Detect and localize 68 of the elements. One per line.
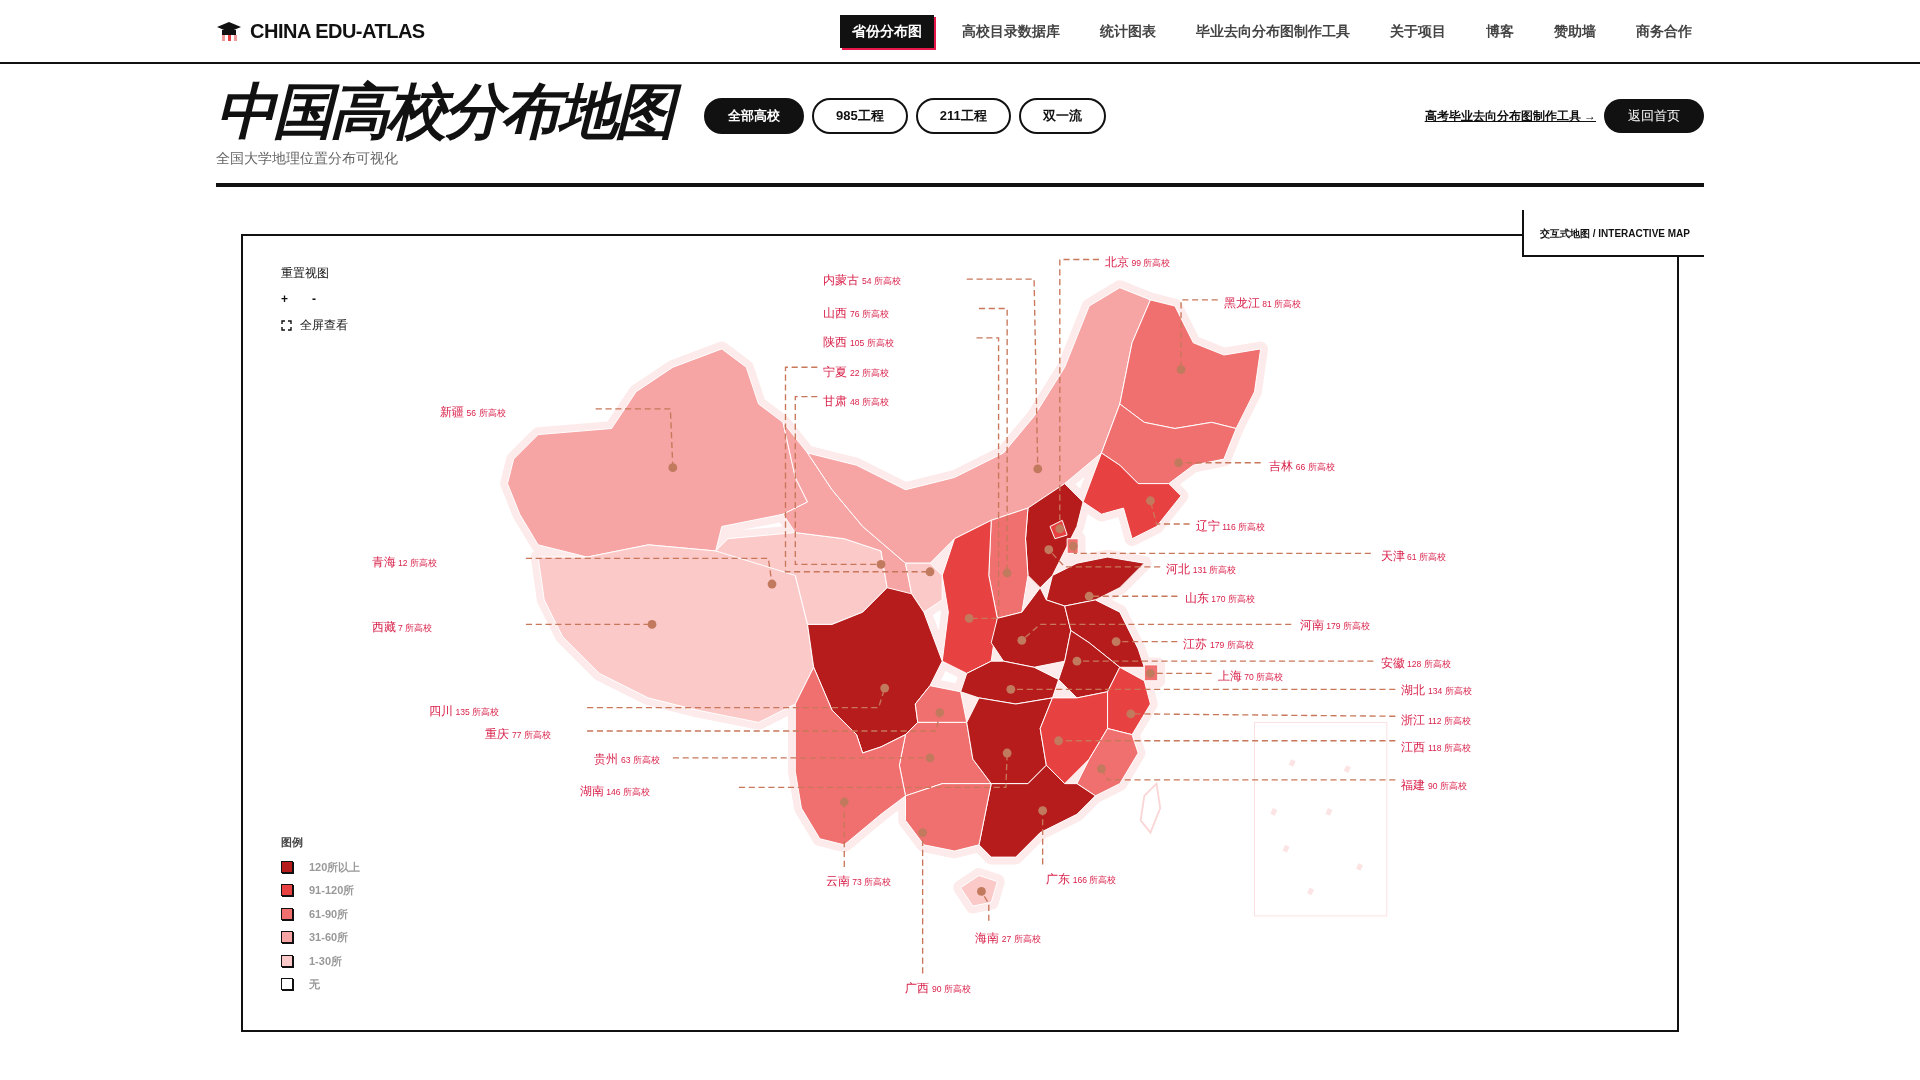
province-label: 湖北 134 所高校: [1401, 683, 1472, 698]
legend-label: 31-60所: [309, 930, 349, 945]
graduation-cap-icon: [216, 20, 242, 42]
reset-view-button[interactable]: 重置视图: [281, 264, 348, 282]
zoom-out-button[interactable]: -: [312, 290, 316, 308]
province-label: 河北 131 所高校: [1166, 562, 1237, 576]
nav-tab[interactable]: 博客: [1474, 14, 1526, 48]
province-label: 重庆 77 所高校: [485, 727, 551, 742]
province-label: 新疆 56 所高校: [440, 405, 506, 420]
nav-tab[interactable]: 商务合作: [1624, 14, 1704, 48]
legend-label: 61-90所: [309, 906, 349, 922]
province-label: 广东 166 所高校: [1046, 871, 1117, 886]
leader-line: [839, 797, 849, 868]
map-tag: 交互式地图 / INTERACTIVE MAP: [1522, 210, 1704, 257]
province-label: 吉林 66 所高校: [1269, 459, 1335, 474]
province-label: 浙江 112 所高校: [1401, 712, 1471, 727]
province-label: 湖南 146 所高校: [579, 783, 650, 798]
province-label: 黑龙江 81 所高校: [1223, 296, 1302, 311]
province-label: 四川 135 所高校: [429, 704, 500, 719]
leader-line: [1146, 669, 1213, 678]
legend-label: 无: [309, 977, 320, 992]
province-label: 内蒙古 54 所高校: [823, 273, 901, 287]
filter-button[interactable]: 985工程: [812, 98, 908, 134]
province-label: 北京 99 所高校: [1105, 254, 1171, 269]
legend-label: 120所以上: [309, 859, 361, 875]
filter-button[interactable]: 双一流: [1018, 98, 1106, 134]
fullscreen-button[interactable]: 全屏查看: [300, 316, 348, 334]
province-label: 福建 90 所高校: [1401, 777, 1467, 792]
page-subtitle: 全国大学地理位置分布可视化: [216, 149, 399, 168]
province-label: 天津 61 所高校: [1380, 548, 1446, 563]
island-shape: [1139, 781, 1162, 835]
fullscreen-icon[interactable]: [281, 319, 292, 331]
filter-button[interactable]: 全部高校: [704, 98, 804, 134]
nav-tab[interactable]: 高校目录数据库: [950, 14, 1072, 48]
leader-line: [1038, 806, 1048, 866]
page-title: 中国高校分布地图: [216, 76, 684, 148]
province-label: 江西 118 所高校: [1401, 739, 1471, 754]
home-button[interactable]: 返回首页: [1604, 99, 1704, 133]
province-label: 陕西 105 所高校: [823, 335, 894, 350]
province-label: 广西 90 所高校: [905, 980, 971, 995]
province-label: 山西 76 所高校: [823, 306, 889, 321]
leader-line: [1146, 496, 1191, 525]
province-label: 山东 170 所高校: [1184, 591, 1255, 606]
zoom-in-button[interactable]: +: [281, 290, 288, 308]
tool-link[interactable]: 高考毕业去向分布图制作工具 →: [1424, 107, 1596, 125]
nav-tab[interactable]: 省份分布图: [840, 14, 934, 48]
province-label: 河南 179 所高校: [1299, 618, 1370, 633]
province-label: 云南 73 所高校: [825, 874, 892, 889]
province-label: 甘肃 48 所高校: [823, 394, 889, 409]
legend-label: 1-30所: [309, 953, 343, 969]
province-label: 江苏 179 所高校: [1183, 636, 1254, 651]
nav-tab[interactable]: 关于项目: [1378, 14, 1458, 48]
province-label: 西藏 7 所高校: [371, 619, 433, 634]
legend-title: 图例: [281, 835, 304, 850]
province-label: 贵州 63 所高校: [594, 751, 660, 766]
legend-label: 91-120所: [309, 883, 355, 898]
nav-tab[interactable]: 统计图表: [1088, 14, 1168, 48]
leader-line: [977, 887, 990, 922]
province-label: 辽宁 116 所高校: [1195, 519, 1266, 534]
province-label: 上海 70 所高校: [1217, 668, 1284, 683]
province-label: 海南 27 所高校: [975, 930, 1041, 945]
nav-tab[interactable]: 赞助墙: [1542, 14, 1608, 48]
province-label: 青海 12 所高校: [371, 554, 437, 569]
province-label: 安徽 128 所高校: [1380, 656, 1451, 671]
filter-button[interactable]: 211工程: [915, 98, 1011, 134]
province-label: 宁夏 22 所高校: [823, 364, 889, 379]
nav-tab[interactable]: 毕业去向分布图制作工具: [1184, 14, 1362, 48]
brand-name[interactable]: CHINA EDU-ATLAS: [250, 16, 425, 46]
